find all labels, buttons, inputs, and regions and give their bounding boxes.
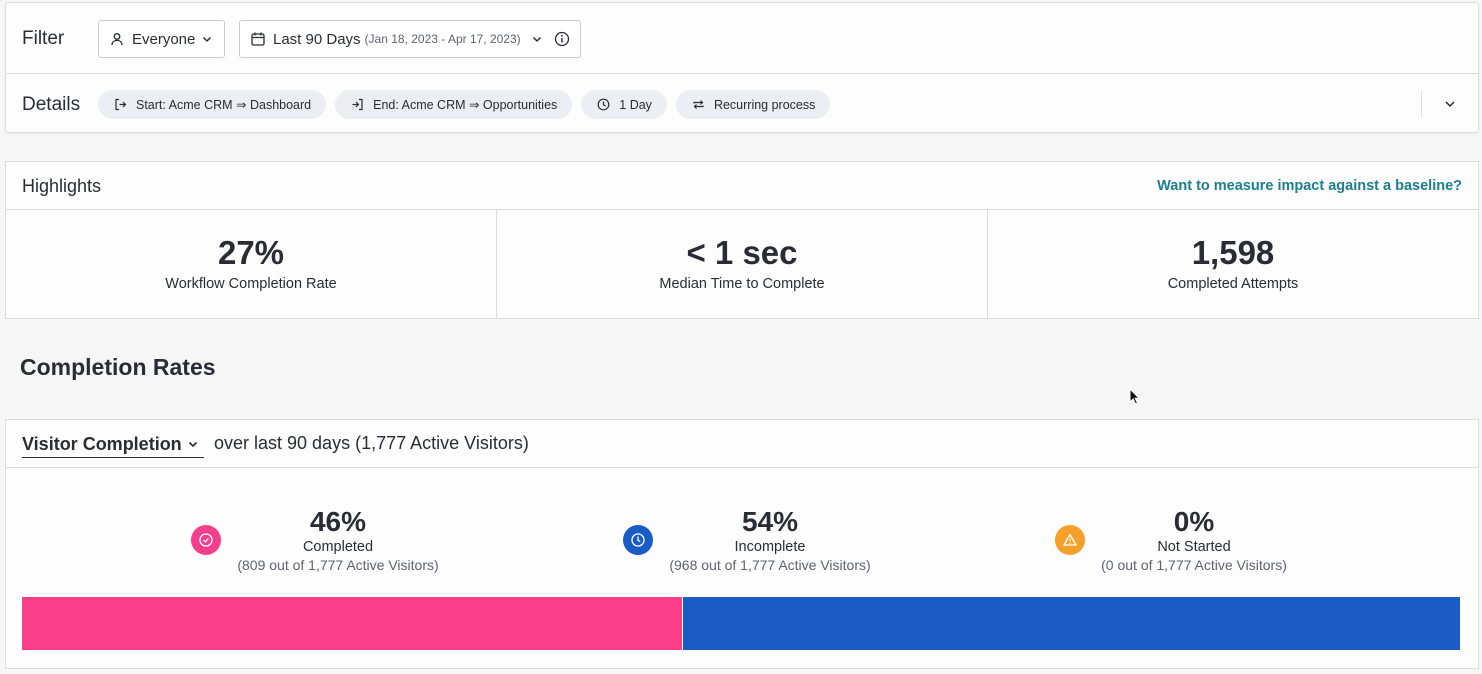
chip-start-label: Start: Acme CRM ⇒ Dashboard	[136, 98, 312, 112]
chip-end-label: End: Acme CRM ⇒ Opportunities	[373, 98, 558, 112]
stat-value: 46%	[309, 506, 367, 537]
filter-label: Filter	[22, 28, 65, 49]
metric-label: Workflow Completion Rate	[165, 276, 337, 292]
end-icon	[351, 98, 364, 111]
expand-details-button[interactable]	[1442, 96, 1458, 112]
metric-label: Completed Attempts	[1167, 276, 1299, 292]
chevron-down-icon	[530, 32, 544, 46]
stat-sub: (968 out of 1,777 Active Visitors)	[669, 557, 871, 573]
completion-bar	[22, 597, 1460, 650]
metric-value: 27%	[217, 234, 285, 271]
chip-recurring[interactable]: Recurring process	[675, 90, 831, 119]
completion-panel: Visitor Completion over last 90 days (1,…	[5, 419, 1479, 669]
highlights-metrics: 27% Workflow Completion Rate < 1 sec Med…	[6, 210, 1478, 318]
highlights-header: Highlights Want to measure impact agains…	[6, 162, 1478, 210]
clock-icon	[597, 98, 610, 111]
completion-type-value: Visitor Completion	[22, 433, 182, 454]
metric-median-time: < 1 sec Median Time to Complete	[497, 210, 988, 318]
details-label: Details	[22, 94, 81, 115]
bar-segment-completed[interactable]	[22, 597, 684, 650]
metric-completion-rate: 27% Workflow Completion Rate	[6, 210, 497, 318]
details-chips: Start: Acme CRM ⇒ Dashboard End: Acme CR…	[98, 90, 831, 119]
completion-type-dropdown[interactable]: Visitor Completion	[22, 431, 204, 458]
section-title: Completion Rates	[20, 354, 216, 380]
highlights-panel: Highlights Want to measure impact agains…	[5, 161, 1479, 319]
bar-segment-incomplete[interactable]	[683, 597, 1460, 650]
date-range-dropdown[interactable]: Last 90 Days (Jan 18, 2023 - Apr 17, 202…	[239, 20, 581, 58]
stat-value: 54%	[741, 506, 799, 537]
mouse-cursor-icon	[1129, 388, 1141, 405]
metric-value: 1,598	[1191, 234, 1275, 271]
date-range-value: Last 90 Days	[273, 30, 361, 48]
stat-sub: (0 out of 1,777 Active Visitors)	[1101, 557, 1287, 573]
chip-start[interactable]: Start: Acme CRM ⇒ Dashboard	[98, 90, 327, 119]
stat-label: Incomplete	[734, 539, 806, 555]
chip-end[interactable]: End: Acme CRM ⇒ Opportunities	[335, 90, 573, 119]
stat-value: 0%	[1173, 506, 1215, 537]
metric-label: Median Time to Complete	[659, 276, 825, 292]
details-row: Details Start: Acme CRM ⇒ Dashboard End:…	[6, 74, 1478, 133]
metric-completed-attempts: 1,598 Completed Attempts	[988, 210, 1478, 318]
info-icon[interactable]	[554, 31, 570, 47]
stat-completed: 46% Completed (809 out of 1,777 Active V…	[208, 506, 468, 573]
chevron-down-icon	[186, 437, 200, 451]
stat-incomplete: 54% Incomplete (968 out of 1,777 Active …	[640, 506, 900, 573]
filter-row: Filter Everyone Last 90 Days (Jan 18, 20…	[6, 3, 1478, 74]
stat-sub: (809 out of 1,777 Active Visitors)	[237, 557, 439, 573]
metric-value: < 1 sec	[686, 234, 798, 271]
filter-panel: Filter Everyone Last 90 Days (Jan 18, 20…	[5, 2, 1479, 133]
stat-label: Not Started	[1157, 539, 1231, 555]
chevron-down-icon	[200, 32, 214, 46]
highlights-title: Highlights	[22, 176, 102, 196]
stat-label: Completed	[302, 539, 374, 555]
completion-header: Visitor Completion over last 90 days (1,…	[6, 420, 1478, 468]
repeat-icon	[692, 98, 705, 111]
baseline-link[interactable]: Want to measure impact against a baselin…	[1157, 178, 1462, 194]
completion-description: over last 90 days (1,777 Active Visitors…	[214, 433, 529, 453]
segment-dropdown[interactable]: Everyone	[98, 20, 225, 58]
segment-value: Everyone	[132, 30, 196, 48]
user-icon	[109, 31, 125, 47]
start-icon	[114, 98, 127, 111]
date-range-dates: (Jan 18, 2023 - Apr 17, 2023)	[364, 32, 521, 46]
chip-duration[interactable]: 1 Day	[581, 90, 667, 119]
divider	[1421, 90, 1422, 118]
chip-recurring-label: Recurring process	[713, 97, 816, 112]
chip-duration-label: 1 Day	[619, 97, 652, 112]
calendar-icon	[250, 31, 266, 47]
stat-not-started: 0% Not Started (0 out of 1,777 Active Vi…	[1064, 506, 1324, 573]
